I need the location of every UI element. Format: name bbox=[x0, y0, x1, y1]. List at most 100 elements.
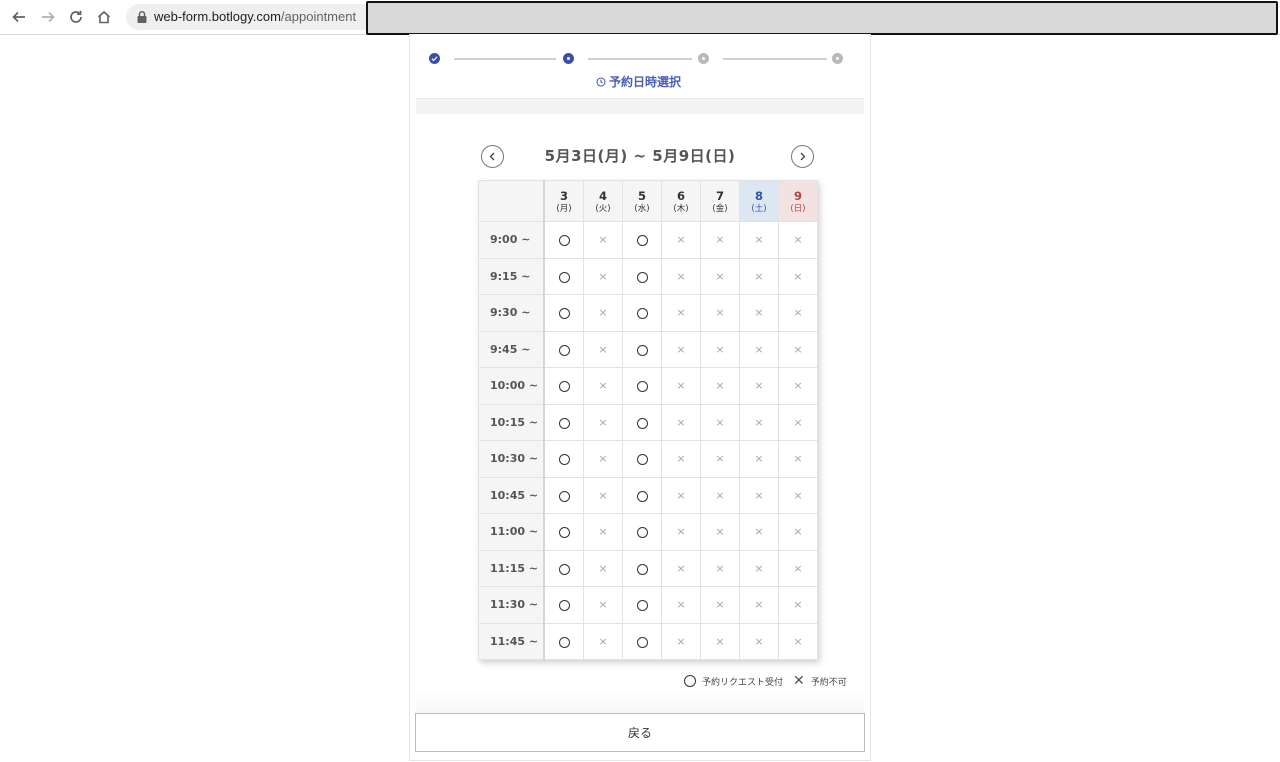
slot-available[interactable] bbox=[543, 440, 584, 478]
current-step-text: 予約日時選択 bbox=[609, 75, 682, 89]
availability-calendar: 3 (月) 4 (火) 5 (水) 6 (木) 7 (金) 8 (土) 9 (日) 9:00 ~ × × × × ×… bbox=[478, 180, 818, 660]
slot-unavailable: × bbox=[739, 622, 779, 660]
slot-unavailable: × bbox=[739, 257, 779, 295]
slot-available[interactable] bbox=[543, 330, 584, 368]
open-circle-icon bbox=[558, 344, 570, 356]
slot-available[interactable] bbox=[622, 549, 662, 587]
slot-unavailable: × bbox=[778, 403, 818, 441]
slot-unavailable: × bbox=[700, 549, 740, 587]
open-circle-icon bbox=[558, 454, 570, 466]
slot-unavailable: × bbox=[583, 440, 623, 478]
previous-week-button[interactable] bbox=[481, 145, 504, 168]
forward-arrow-icon[interactable] bbox=[38, 7, 58, 27]
step-connector bbox=[723, 58, 827, 60]
open-circle-icon bbox=[636, 600, 648, 612]
slot-available[interactable] bbox=[543, 586, 584, 624]
slot-unavailable: × bbox=[661, 294, 701, 332]
home-icon[interactable] bbox=[94, 7, 114, 27]
slot-unavailable: × bbox=[778, 367, 818, 405]
slot-available[interactable] bbox=[622, 440, 662, 478]
time-label: 10:15 ~ bbox=[478, 403, 545, 441]
slot-available[interactable] bbox=[543, 257, 584, 295]
card-bottom-fade bbox=[416, 690, 864, 714]
slot-available[interactable] bbox=[622, 586, 662, 624]
day-header-4: 4 (火) bbox=[583, 180, 623, 222]
lock-icon bbox=[137, 10, 147, 23]
day-weekday: (木) bbox=[673, 204, 689, 214]
time-row: 11:15 ~ × × × × × bbox=[478, 549, 818, 587]
open-circle-icon bbox=[558, 417, 570, 429]
slot-available[interactable] bbox=[622, 622, 662, 660]
time-label: 9:15 ~ bbox=[478, 257, 545, 295]
slot-available[interactable] bbox=[622, 257, 662, 295]
slot-unavailable: × bbox=[661, 221, 701, 259]
slot-available[interactable] bbox=[543, 549, 584, 587]
slot-unavailable: × bbox=[583, 294, 623, 332]
open-circle-icon bbox=[558, 308, 570, 320]
slot-available[interactable] bbox=[622, 294, 662, 332]
back-arrow-icon[interactable] bbox=[9, 7, 29, 27]
slot-unavailable: × bbox=[583, 403, 623, 441]
section-divider bbox=[416, 98, 864, 115]
day-header-8: 8 (土) bbox=[739, 180, 779, 222]
slot-available[interactable] bbox=[622, 476, 662, 514]
time-label: 9:45 ~ bbox=[478, 330, 545, 368]
slot-available[interactable] bbox=[543, 476, 584, 514]
step-1-completed-check-icon bbox=[429, 53, 440, 64]
open-circle-icon bbox=[636, 417, 648, 429]
slot-unavailable: × bbox=[661, 403, 701, 441]
slot-available[interactable] bbox=[543, 294, 584, 332]
day-header-6: 6 (木) bbox=[661, 180, 701, 222]
step-connector bbox=[454, 58, 556, 60]
cross-icon: ✕ bbox=[793, 673, 805, 689]
next-week-button[interactable] bbox=[791, 145, 814, 168]
chevron-left-icon bbox=[489, 152, 495, 161]
open-circle-icon bbox=[636, 235, 648, 247]
slot-unavailable: × bbox=[583, 513, 623, 551]
time-row: 9:45 ~ × × × × × bbox=[478, 330, 818, 368]
day-weekday: (土) bbox=[751, 204, 767, 214]
open-circle-icon bbox=[558, 563, 570, 575]
time-row: 11:00 ~ × × × × × bbox=[478, 513, 818, 551]
slot-unavailable: × bbox=[583, 622, 623, 660]
time-label: 10:30 ~ bbox=[478, 440, 545, 478]
day-number: 8 bbox=[754, 189, 763, 203]
slot-unavailable: × bbox=[661, 330, 701, 368]
slot-unavailable: × bbox=[700, 367, 740, 405]
step-4-pending bbox=[832, 53, 843, 64]
slot-unavailable: × bbox=[661, 622, 701, 660]
slot-available[interactable] bbox=[622, 513, 662, 551]
day-weekday: (月) bbox=[556, 204, 572, 214]
slot-unavailable: × bbox=[661, 513, 701, 551]
day-header-5: 5 (水) bbox=[622, 180, 662, 222]
slot-available[interactable] bbox=[543, 221, 584, 259]
slot-available[interactable] bbox=[622, 367, 662, 405]
availability-legend: 予約リクエスト受付 ✕ 予約不可 bbox=[684, 673, 847, 689]
slot-available[interactable] bbox=[622, 403, 662, 441]
time-label: 11:00 ~ bbox=[478, 513, 545, 551]
day-weekday: (火) bbox=[595, 204, 611, 214]
slot-unavailable: × bbox=[778, 294, 818, 332]
url-text: web-form.botlogy.com/appointment bbox=[154, 9, 356, 24]
time-row: 11:45 ~ × × × × × bbox=[478, 622, 818, 660]
slot-available[interactable] bbox=[622, 221, 662, 259]
slot-unavailable: × bbox=[700, 330, 740, 368]
back-button[interactable]: 戻る bbox=[415, 713, 865, 752]
slot-available[interactable] bbox=[543, 403, 584, 441]
open-circle-icon bbox=[636, 636, 648, 648]
slot-available[interactable] bbox=[543, 367, 584, 405]
slot-available[interactable] bbox=[622, 330, 662, 368]
open-circle-icon bbox=[558, 235, 570, 247]
step-2-current bbox=[563, 53, 574, 64]
day-number: 6 bbox=[676, 189, 685, 203]
slot-unavailable: × bbox=[739, 586, 779, 624]
reload-icon[interactable] bbox=[66, 7, 86, 27]
slot-available[interactable] bbox=[543, 513, 584, 551]
time-label: 11:15 ~ bbox=[478, 549, 545, 587]
day-weekday: (日) bbox=[790, 204, 806, 214]
time-row: 10:30 ~ × × × × × bbox=[478, 440, 818, 478]
day-weekday: (金) bbox=[712, 204, 728, 214]
slot-available[interactable] bbox=[543, 622, 584, 660]
calendar-header-row: 3 (月) 4 (火) 5 (水) 6 (木) 7 (金) 8 (土) 9 (日) bbox=[478, 180, 818, 222]
slot-unavailable: × bbox=[583, 367, 623, 405]
